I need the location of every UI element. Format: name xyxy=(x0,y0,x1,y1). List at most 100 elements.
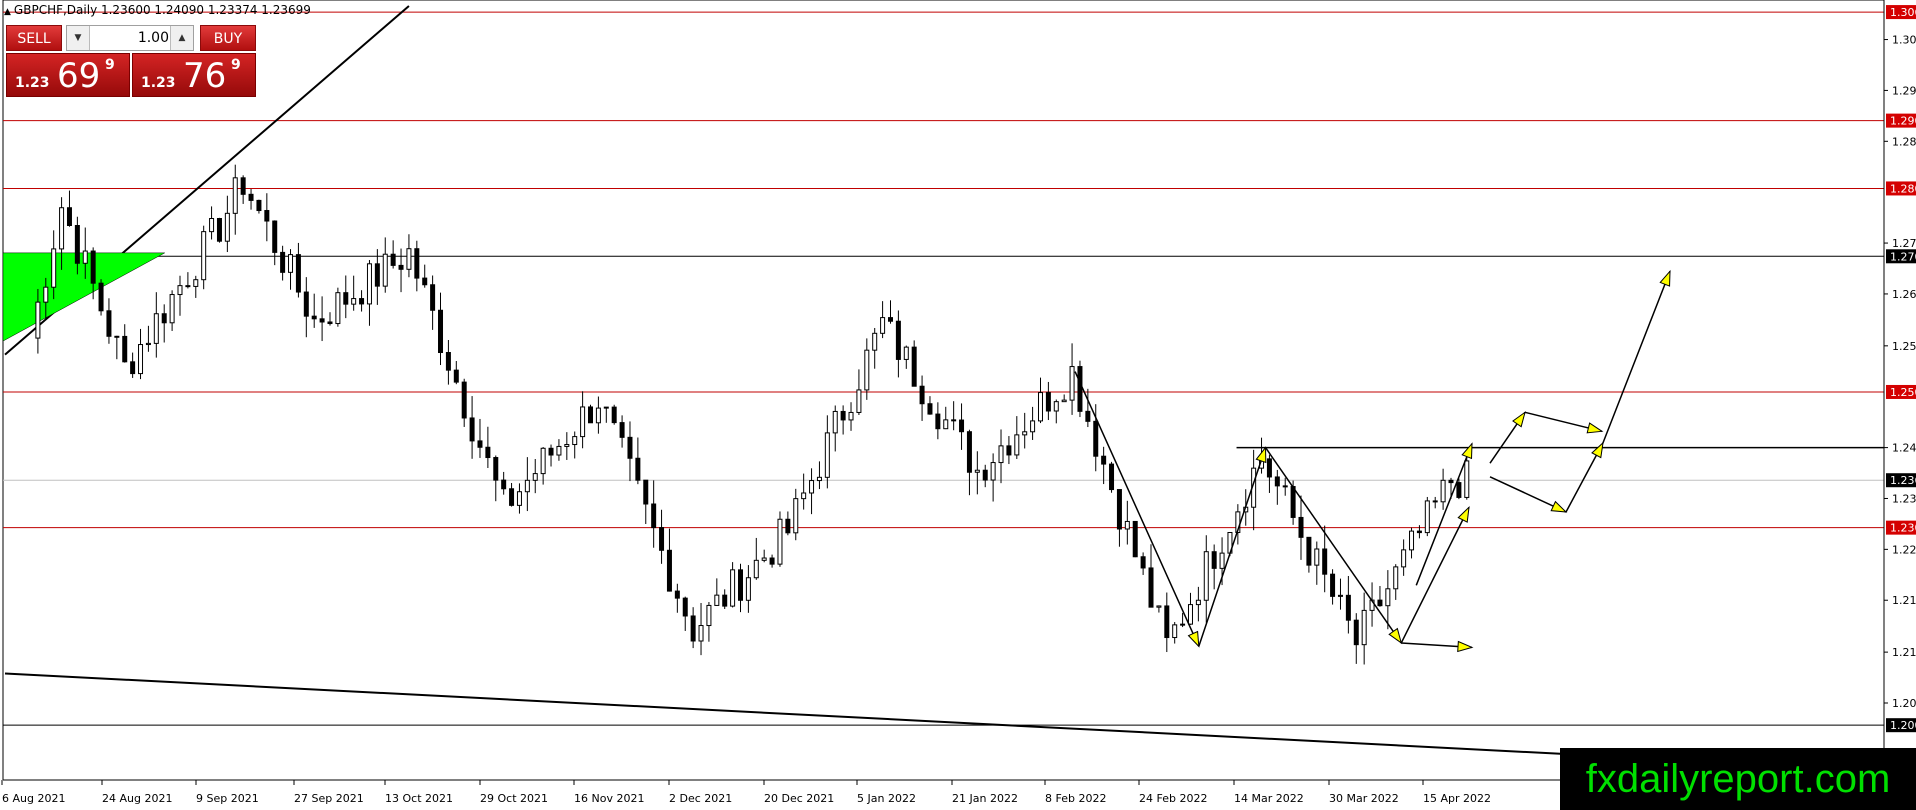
y-tick-label: 1.23430 xyxy=(1892,492,1916,505)
candle-body xyxy=(1337,594,1343,597)
candle-body xyxy=(1014,434,1020,456)
candle-body xyxy=(161,313,167,324)
candle-body xyxy=(769,557,775,565)
candle-body xyxy=(280,251,286,273)
candle-body xyxy=(761,557,767,561)
candle-body xyxy=(1093,420,1099,457)
candle-body xyxy=(832,410,838,434)
sell-quote[interactable]: 1.23 69 9 xyxy=(6,53,130,97)
candle-body xyxy=(880,317,886,334)
lot-decrease-icon[interactable]: ▼ xyxy=(67,26,90,50)
candle-body xyxy=(1101,455,1107,465)
candle-body xyxy=(722,594,728,607)
candle-body xyxy=(493,457,499,481)
price-level-label: 1.25000 xyxy=(1890,386,1916,399)
lot-size-input[interactable] xyxy=(91,28,169,48)
candle-body xyxy=(414,248,420,279)
candle-body xyxy=(366,263,372,305)
candle-body xyxy=(169,294,175,324)
candle-body xyxy=(1266,458,1272,478)
y-tick-label: 1.22680 xyxy=(1892,543,1916,556)
candle-body xyxy=(35,301,41,339)
candle-body xyxy=(1132,520,1138,558)
candle-body xyxy=(809,480,815,494)
sell-quote-fraction: 9 xyxy=(105,57,115,73)
candle-body xyxy=(1393,566,1399,590)
candle-body xyxy=(469,417,475,442)
candle-body xyxy=(935,413,941,430)
candle-body xyxy=(895,320,901,360)
candle-body xyxy=(927,403,933,415)
candle-body xyxy=(982,469,988,481)
candle-body xyxy=(1006,445,1012,456)
x-tick-label: 24 Aug 2021 xyxy=(102,792,172,805)
lot-increase-icon[interactable]: ▲ xyxy=(170,26,193,50)
sell-quote-pips: 69 xyxy=(57,56,101,96)
candle-body xyxy=(90,250,96,284)
candle-body xyxy=(903,346,909,360)
candle-body xyxy=(777,518,783,565)
candle-body xyxy=(256,199,262,212)
candle-body xyxy=(603,406,609,409)
candle-body xyxy=(1424,500,1430,534)
candle-body xyxy=(485,446,491,459)
candle-body xyxy=(1448,479,1454,484)
x-tick-label: 6 Aug 2021 xyxy=(2,792,65,805)
candle-body xyxy=(248,193,254,201)
candle-body xyxy=(738,569,743,601)
x-tick-label: 15 Apr 2022 xyxy=(1423,792,1491,805)
candle-body xyxy=(1053,401,1059,412)
candle-body xyxy=(185,285,191,288)
candle-body xyxy=(1187,604,1193,625)
candle-body xyxy=(1361,609,1367,646)
price-level-label: 1.30600 xyxy=(1890,6,1916,19)
candle-body xyxy=(540,447,546,475)
buy-quote[interactable]: 1.23 76 9 xyxy=(132,53,256,97)
candle-body xyxy=(730,569,736,607)
candle-body xyxy=(627,436,633,459)
candle-body xyxy=(1069,366,1075,401)
candle-body xyxy=(145,342,151,346)
buy-button[interactable]: BUY xyxy=(200,25,256,51)
candle-body xyxy=(114,335,120,338)
candle-body xyxy=(824,432,830,478)
y-tick-label: 1.24180 xyxy=(1892,442,1916,455)
candle-body xyxy=(1203,551,1209,601)
price-level-label: 1.20088 xyxy=(1890,719,1916,732)
candle-body xyxy=(1345,594,1351,621)
candle-body xyxy=(580,406,586,438)
one-click-trading-panel: SELL ▼ ▲ BUY 1.23 69 9 1.23 76 9 xyxy=(6,25,256,97)
candle-body xyxy=(303,291,309,317)
candle-body xyxy=(706,604,712,627)
y-tick-label: 1.26445 xyxy=(1892,288,1916,301)
x-tick-label: 20 Dec 2021 xyxy=(764,792,834,805)
candle-body xyxy=(1440,479,1446,503)
candle-body xyxy=(651,503,657,529)
x-tick-label: 30 Mar 2022 xyxy=(1329,792,1399,805)
candle-body xyxy=(1109,463,1115,491)
candle-body xyxy=(1045,392,1051,412)
lot-size-control: ▼ ▲ xyxy=(66,25,194,51)
candle-body xyxy=(1211,551,1217,569)
candle-body xyxy=(1180,623,1186,626)
x-tick-label: 16 Nov 2021 xyxy=(574,792,644,805)
candle-body xyxy=(887,317,893,322)
sell-button[interactable]: SELL xyxy=(6,25,62,51)
candle-body xyxy=(588,406,594,424)
current-price-label: 1.23699 xyxy=(1890,474,1916,487)
candle-body xyxy=(453,369,459,383)
sell-quote-big: 1.23 xyxy=(15,75,50,91)
price-chart[interactable]: 1.30195 1.29445 1.28695 1.27195 1.26445 1.256… xyxy=(0,0,1916,810)
candle-body xyxy=(335,292,341,325)
x-tick-label: 8 Feb 2022 xyxy=(1045,792,1106,805)
x-tick-label: 2 Dec 2021 xyxy=(669,792,732,805)
collapse-triangle-icon[interactable]: ▲ xyxy=(4,7,11,17)
candle-body xyxy=(1116,489,1122,530)
candle-body xyxy=(524,479,530,493)
candle-body xyxy=(1409,530,1415,551)
candle-body xyxy=(1416,530,1422,534)
x-tick-label: 29 Oct 2021 xyxy=(480,792,548,805)
candle-body xyxy=(816,476,822,482)
candle-body xyxy=(209,218,215,233)
candle-body xyxy=(351,298,357,305)
